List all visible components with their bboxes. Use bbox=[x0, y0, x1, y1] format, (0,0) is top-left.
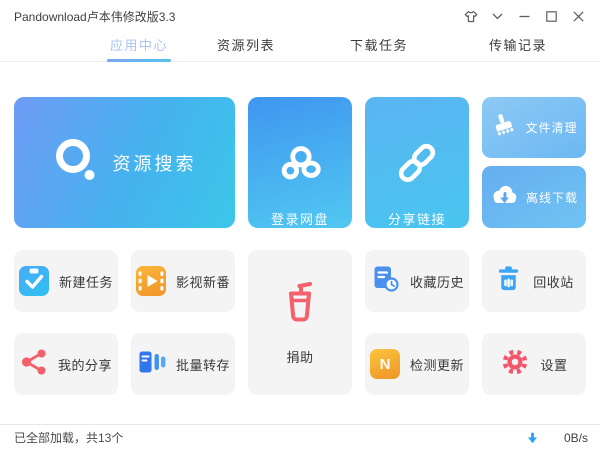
cloud-download-icon bbox=[490, 182, 518, 213]
trash-icon bbox=[494, 264, 523, 298]
drink-cup-icon bbox=[280, 280, 320, 331]
tab-download-tasks[interactable]: 下载任务 bbox=[350, 34, 408, 62]
tab-app-center[interactable]: 应用中心 bbox=[110, 34, 168, 62]
download-speed-value: 0B/s bbox=[554, 431, 588, 445]
document-clock-icon bbox=[370, 264, 400, 298]
window-title: Pandownload卢本伟修改版3.3 bbox=[14, 8, 175, 25]
batch-save-card[interactable]: 批量转存 bbox=[131, 333, 235, 395]
chain-link-icon bbox=[392, 137, 442, 194]
broom-icon bbox=[490, 112, 517, 144]
settings-label: 设置 bbox=[540, 355, 567, 374]
film-play-icon bbox=[136, 266, 166, 296]
tab-transfer-history[interactable]: 传输记录 bbox=[489, 34, 547, 62]
download-speed-icon bbox=[527, 432, 538, 444]
maximize-icon[interactable] bbox=[538, 0, 565, 32]
movies-label: 影视新番 bbox=[176, 272, 230, 291]
new-task-card[interactable]: 新建任务 bbox=[14, 250, 118, 312]
close-icon[interactable] bbox=[565, 0, 592, 32]
baidu-cloud-icon bbox=[273, 137, 327, 194]
tab-bar: 应用中心 资源列表 下载任务 传输记录 bbox=[0, 32, 600, 62]
gear-icon bbox=[500, 347, 530, 382]
login-netdisk-label: 登录网盘 bbox=[271, 209, 329, 228]
file-clean-card[interactable]: 文件清理 bbox=[482, 97, 586, 158]
new-task-label: 新建任务 bbox=[59, 272, 113, 291]
resource-search-label: 资源搜索 bbox=[113, 150, 197, 176]
recycle-bin-label: 回收站 bbox=[533, 272, 574, 291]
movies-card[interactable]: 影视新番 bbox=[131, 250, 235, 312]
share-link-label: 分享链接 bbox=[388, 209, 446, 228]
minimize-icon[interactable] bbox=[511, 0, 538, 32]
recycle-bin-card[interactable]: 回收站 bbox=[482, 250, 586, 312]
login-netdisk-card[interactable]: 登录网盘 bbox=[248, 97, 352, 228]
clipboard-check-icon bbox=[19, 266, 49, 296]
chevron-down-icon[interactable] bbox=[484, 0, 511, 32]
offline-download-card[interactable]: 离线下载 bbox=[482, 166, 586, 228]
search-logo-icon bbox=[53, 137, 99, 188]
window-controls bbox=[457, 0, 592, 32]
my-share-card[interactable]: 我的分享 bbox=[14, 333, 118, 395]
resource-search-card[interactable]: 资源搜索 bbox=[14, 97, 235, 228]
favorites-history-card[interactable]: 收藏历史 bbox=[365, 250, 469, 312]
offline-download-label: 离线下载 bbox=[526, 189, 578, 206]
share-nodes-icon bbox=[20, 348, 48, 381]
tab-resource-list[interactable]: 资源列表 bbox=[217, 34, 275, 62]
donate-label: 捐助 bbox=[286, 347, 313, 366]
status-loaded-text: 已全部加载，共13个 bbox=[14, 429, 123, 446]
share-link-card[interactable]: 分享链接 bbox=[365, 97, 469, 228]
theme-shirt-icon[interactable] bbox=[457, 0, 484, 32]
update-n-letter: N bbox=[380, 357, 391, 372]
file-clean-label: 文件清理 bbox=[525, 119, 577, 136]
check-update-card[interactable]: N 检测更新 bbox=[365, 333, 469, 395]
settings-card[interactable]: 设置 bbox=[482, 333, 586, 395]
status-bar: 已全部加载，共13个 0B/s bbox=[0, 424, 600, 450]
update-n-icon: N bbox=[370, 349, 400, 379]
book-bars-icon bbox=[136, 347, 166, 382]
favorites-history-label: 收藏历史 bbox=[410, 272, 464, 291]
my-share-label: 我的分享 bbox=[58, 355, 112, 374]
check-update-label: 检测更新 bbox=[410, 355, 464, 374]
donate-card[interactable]: 捐助 bbox=[248, 250, 352, 395]
batch-save-label: 批量转存 bbox=[176, 355, 230, 374]
title-bar: Pandownload卢本伟修改版3.3 bbox=[0, 0, 600, 32]
